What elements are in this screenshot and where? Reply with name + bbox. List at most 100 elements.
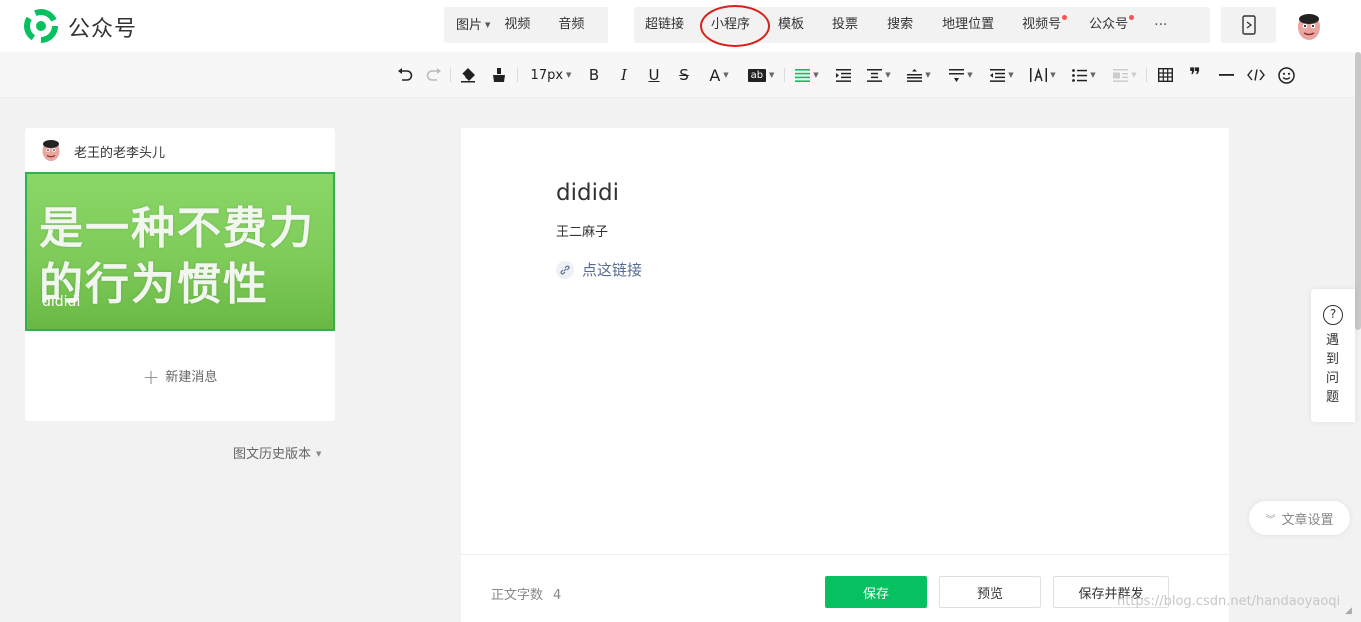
caret-down-icon: ▼ <box>769 71 775 79</box>
phone-preview-button[interactable] <box>1221 7 1276 43</box>
word-count-label: 正文字数 <box>491 588 544 603</box>
format-toolbar: 17px ▼ B I U S A ▼ ab ▼ ▼ ▼ ▼ ▼ ▼ ▼ ▼ ▼ ❞ <box>0 52 1361 98</box>
divider-line-icon[interactable] <box>1216 62 1236 88</box>
font-size-select[interactable]: 17px ▼ <box>527 62 575 88</box>
background-color-button[interactable]: ab ▼ <box>745 62 777 88</box>
word-count-value: 4 <box>553 588 562 603</box>
history-versions-label: 图文历史版本 <box>233 447 312 462</box>
format-painter-icon[interactable] <box>489 62 509 88</box>
article-settings-label: 文章设置 <box>1281 512 1334 528</box>
article-hyperlink[interactable]: 点这链接 <box>556 259 642 280</box>
list-icon[interactable]: ▼ <box>1069 62 1099 88</box>
insert-audio-button[interactable]: 音频 <box>558 7 584 43</box>
top-bar: 公众号 图片 ▼ 视频 音频 超链接 小程序 模板 投票 搜索 地理位置 视频号 … <box>0 0 1361 52</box>
preview-button[interactable]: 预览 <box>939 576 1041 608</box>
undo-icon[interactable] <box>395 62 415 88</box>
double-chevron-down-icon: ︾ <box>1265 514 1276 526</box>
caret-down-icon: ▼ <box>885 71 891 79</box>
insert-channels-label: 视频号 <box>1022 17 1062 32</box>
link-icon <box>556 260 574 279</box>
hyperlink-text: 点这链接 <box>582 261 643 279</box>
insert-account-button[interactable]: 公众号 <box>1089 7 1135 43</box>
media-insert-group: 图片 ▼ 视频 音频 <box>444 7 608 43</box>
table-icon[interactable] <box>1155 62 1175 88</box>
phone-preview-icon <box>1241 15 1256 35</box>
outdent-icon[interactable]: ▼ <box>987 62 1017 88</box>
plus-icon: + <box>142 365 160 389</box>
new-message-button[interactable]: + 新建消息 <box>25 365 335 389</box>
caret-down-icon: ▼ <box>1050 71 1056 79</box>
save-button[interactable]: 保存 <box>825 576 927 608</box>
align-justify-icon[interactable]: ▼ <box>792 62 822 88</box>
float-image-icon[interactable]: ▼ <box>1110 62 1140 88</box>
article-cover-thumbnail[interactable]: 是一种不费力 的行为惯性 dididi <box>25 172 335 331</box>
caret-down-icon: ▼ <box>813 71 819 79</box>
caret-down-icon: ▼ <box>723 71 729 79</box>
insert-image-button[interactable]: 图片 ▼ <box>456 7 490 43</box>
insert-hyperlink-button[interactable]: 超链接 <box>645 7 684 43</box>
page-scrollbar[interactable] <box>1355 52 1361 330</box>
history-versions-dropdown[interactable]: 图文历史版本 ▼ <box>233 443 321 462</box>
watermark-text: https://blog.csdn.net/handaoyaoqi <box>1117 594 1341 609</box>
line-spacing-icon[interactable]: ▼ <box>946 62 976 88</box>
page-margin-icon[interactable]: ▼ <box>864 62 894 88</box>
caret-down-icon: ▼ <box>1008 71 1014 79</box>
article-title-input[interactable]: dididi <box>556 180 619 206</box>
toolbar-divider <box>450 68 451 82</box>
footer-divider <box>461 554 1229 555</box>
letter-spacing-icon[interactable]: ▼ <box>1027 62 1059 88</box>
notification-dot <box>1062 15 1068 20</box>
insert-template-button[interactable]: 模板 <box>778 7 804 43</box>
clear-format-icon[interactable] <box>458 62 478 88</box>
redo-icon[interactable] <box>424 62 444 88</box>
more-icon[interactable]: ··· <box>1154 7 1167 43</box>
word-count: 正文字数 4 <box>491 584 561 603</box>
insert-search-button[interactable]: 搜索 <box>887 7 913 43</box>
insert-location-button[interactable]: 地理位置 <box>942 7 994 43</box>
caret-down-icon: ▼ <box>1090 71 1096 79</box>
toolbar-divider <box>517 68 518 82</box>
cover-article-title: dididi <box>42 294 81 310</box>
article-list-card: 老王的老李头儿 是一种不费力 的行为惯性 dididi + 新建消息 <box>25 128 335 421</box>
new-message-label: 新建消息 <box>165 370 218 385</box>
resize-grip-icon: ◢ <box>1345 606 1352 616</box>
font-color-label: A <box>709 65 721 85</box>
emoji-icon[interactable] <box>1276 62 1296 88</box>
help-label: 遇到问题 <box>1326 333 1340 405</box>
annotation-circle <box>700 5 770 47</box>
author-avatar <box>42 140 60 161</box>
paragraph-spacing-icon[interactable]: ▼ <box>904 62 934 88</box>
article-settings-button[interactable]: ︾ 文章设置 <box>1249 501 1350 535</box>
user-avatar[interactable] <box>1296 11 1322 41</box>
strikethrough-button[interactable]: S <box>674 62 694 88</box>
article-author-input[interactable]: 王二麻子 <box>556 221 608 240</box>
code-icon[interactable] <box>1245 62 1267 88</box>
cover-text-line1: 是一种不费力 <box>39 203 315 254</box>
underline-button[interactable]: U <box>644 62 664 88</box>
caret-down-icon: ▼ <box>925 71 931 79</box>
help-widget[interactable]: ? 遇到问题 <box>1311 289 1355 422</box>
font-size-value: 17px <box>530 67 564 83</box>
indent-icon[interactable] <box>833 62 853 88</box>
wechat-mp-logo-icon <box>24 9 58 43</box>
notification-dot <box>1129 15 1135 20</box>
background-color-label: ab <box>747 68 767 82</box>
font-color-button[interactable]: A ▼ <box>704 62 734 88</box>
insert-video-button[interactable]: 视频 <box>504 7 530 43</box>
insert-vote-button[interactable]: 投票 <box>832 7 858 43</box>
insert-channels-button[interactable]: 视频号 <box>1022 7 1068 43</box>
italic-button[interactable]: I <box>614 62 634 88</box>
caret-down-icon: ▼ <box>1131 71 1137 79</box>
caret-down-icon: ▼ <box>566 71 572 79</box>
toolbar-divider <box>784 68 785 82</box>
insert-account-label: 公众号 <box>1089 17 1129 32</box>
blockquote-icon[interactable]: ❞ <box>1185 62 1205 88</box>
question-icon: ? <box>1323 305 1343 325</box>
bold-button[interactable]: B <box>584 62 604 88</box>
caret-down-icon: ▼ <box>316 450 322 458</box>
brand-name: 公众号 <box>68 17 138 42</box>
toolbar-divider <box>1146 68 1147 82</box>
caret-down-icon: ▼ <box>967 71 973 79</box>
caret-down-icon: ▼ <box>485 21 491 29</box>
insert-image-label: 图片 <box>456 18 483 33</box>
